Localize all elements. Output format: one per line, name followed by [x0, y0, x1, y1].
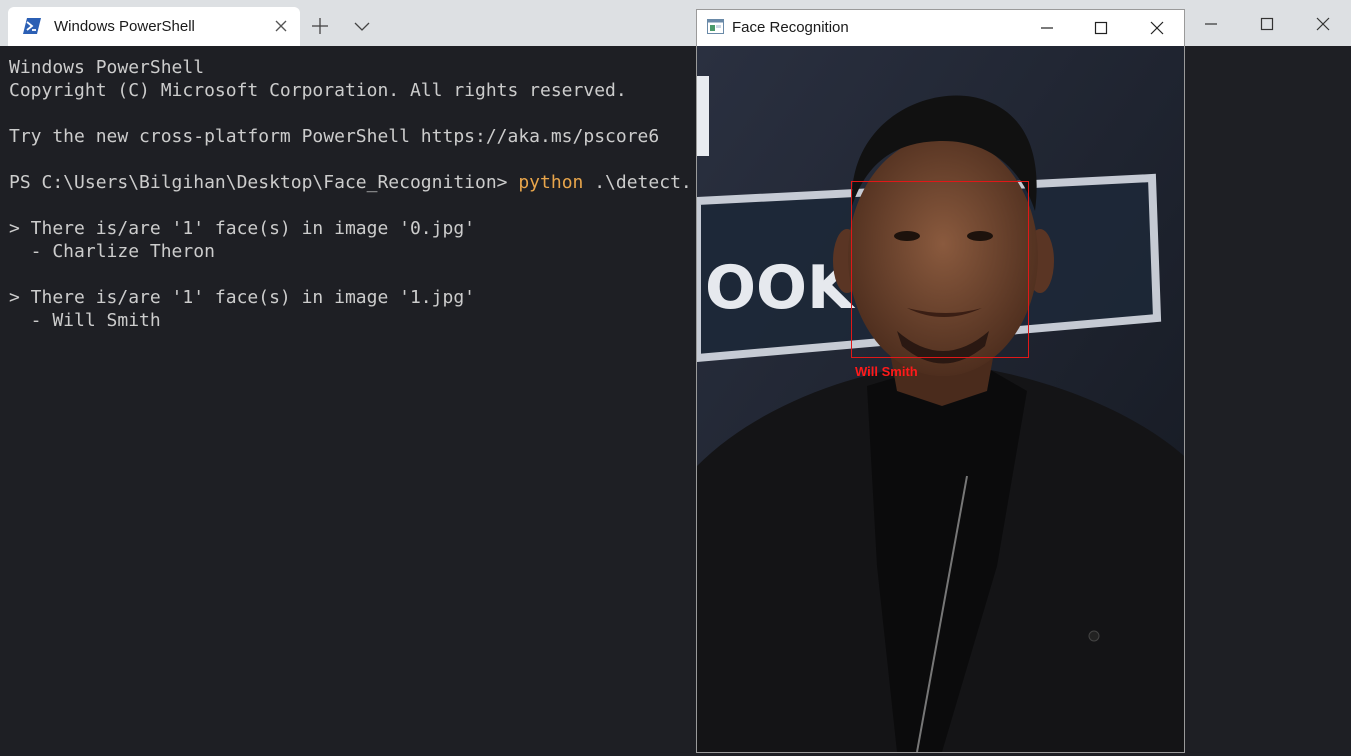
console-line: Windows PowerShell: [9, 57, 205, 78]
command-args: .\detect.: [583, 172, 692, 193]
maximize-icon[interactable]: [1088, 16, 1114, 40]
face-window-title: Face Recognition: [732, 19, 849, 36]
chevron-down-icon[interactable]: [351, 15, 373, 37]
minimize-icon[interactable]: [1034, 16, 1060, 40]
command-line: PS C:\Users\Bilgihan\Desktop\Face_Recogn…: [9, 171, 692, 194]
output-line: - Will Smith: [9, 310, 161, 331]
face-window-titlebar[interactable]: Face Recognition: [697, 10, 1184, 46]
close-icon[interactable]: [1144, 16, 1170, 40]
tab-close-icon[interactable]: [272, 17, 290, 35]
powershell-icon: [23, 18, 41, 34]
console-line: Try the new cross-platform PowerShell ht…: [9, 126, 660, 147]
plus-icon[interactable]: [309, 15, 331, 37]
face-detection-label: Will Smith: [855, 364, 918, 379]
output-line: > There is/are '1' face(s) in image '1.j…: [9, 287, 475, 308]
portrait-photo: OOKE 13: [697, 46, 1184, 752]
face-recognition-window[interactable]: Face Recognition OOKE Will Smith: [696, 9, 1185, 753]
output-line: - Charlize Theron: [9, 241, 215, 262]
opencv-window-icon: [707, 19, 724, 34]
command-keyword: python: [518, 172, 584, 193]
close-icon[interactable]: [1309, 10, 1337, 38]
tab-windows-powershell[interactable]: Windows PowerShell: [8, 7, 300, 46]
maximize-icon[interactable]: [1253, 10, 1281, 38]
console-line: Copyright (C) Microsoft Corporation. All…: [9, 80, 627, 101]
minimize-icon[interactable]: [1197, 10, 1225, 38]
recognition-image: OOKE 13 Will Smith: [697, 46, 1184, 752]
prompt-text: PS C:\Users\Bilgihan\Desktop\Face_Recogn…: [9, 172, 519, 193]
tab-title: Windows PowerShell: [54, 18, 195, 35]
face-bounding-box: [851, 181, 1029, 358]
output-line: > There is/are '1' face(s) in image '0.j…: [9, 218, 475, 239]
